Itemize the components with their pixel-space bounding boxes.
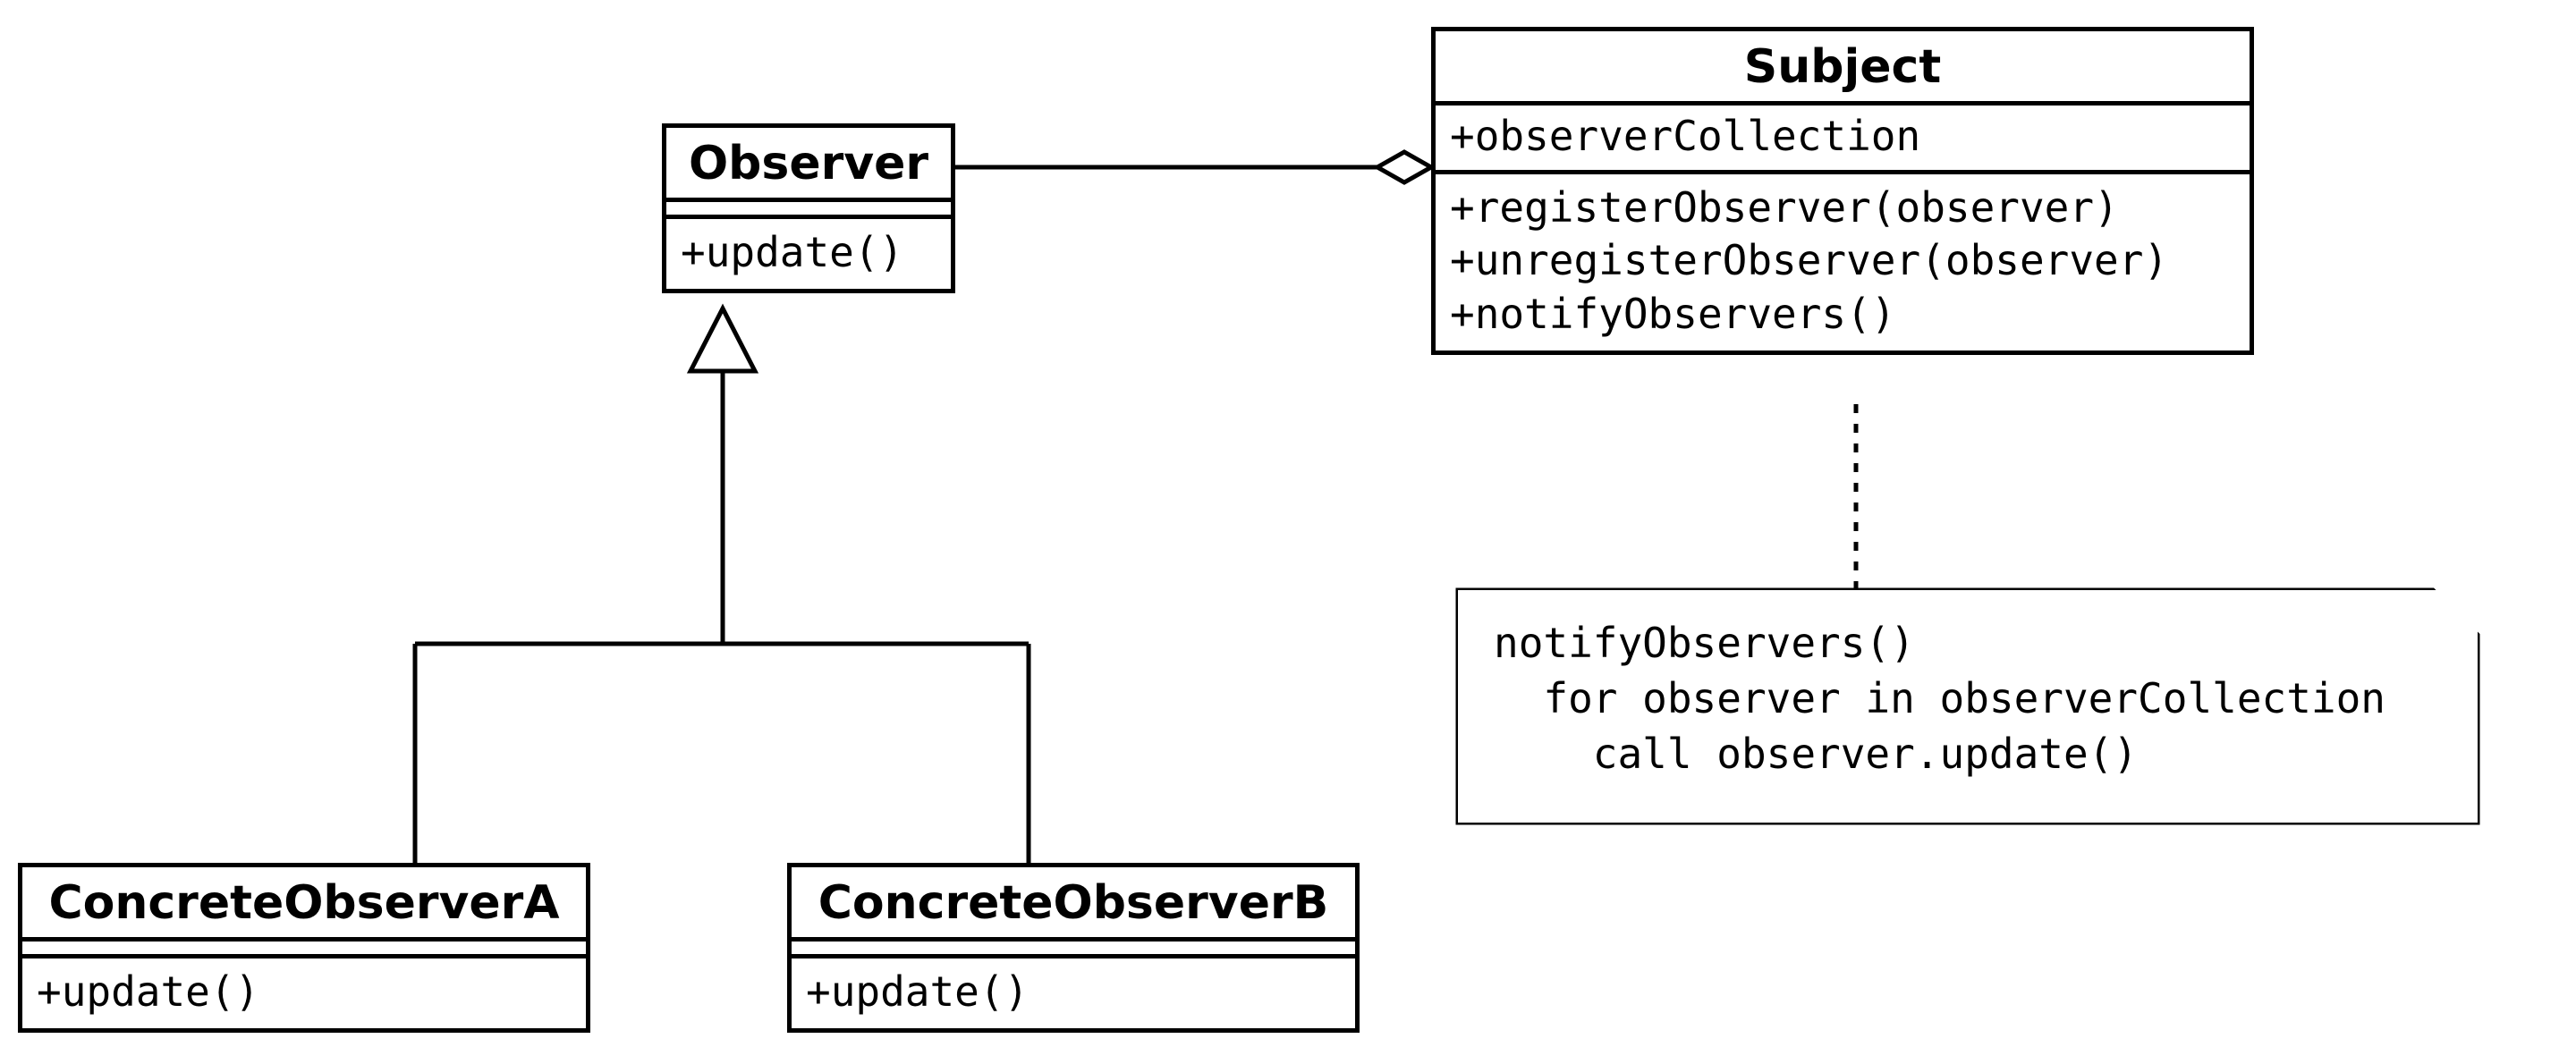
uml-diagram: Observer +update() Subject +observerColl… xyxy=(0,0,2576,1064)
class-operations: +update() xyxy=(22,958,586,1028)
class-attributes xyxy=(666,202,951,219)
class-title: ConcreteObserverA xyxy=(22,867,586,942)
operation: +update() xyxy=(37,966,572,1019)
class-concrete-observer-a: ConcreteObserverA +update() xyxy=(18,863,590,1033)
operation: +registerObserver(observer) xyxy=(1450,182,2235,235)
note-line: notifyObservers() xyxy=(1494,619,1915,667)
class-title: ConcreteObserverB xyxy=(792,867,1355,942)
class-title: Subject xyxy=(1436,31,2250,106)
operation: +unregisterObserver(observer) xyxy=(1450,234,2235,288)
generalization-observer xyxy=(415,308,1029,863)
class-concrete-observer-b: ConcreteObserverB +update() xyxy=(787,863,1360,1033)
class-title: Observer xyxy=(666,128,951,202)
operation: +notifyObservers() xyxy=(1450,288,2235,342)
class-attributes: +observerCollection xyxy=(1436,106,2250,174)
note-line: call observer.update() xyxy=(1494,730,2138,778)
class-subject: Subject +observerCollection +registerObs… xyxy=(1431,27,2254,355)
operation: +update() xyxy=(806,966,1341,1019)
class-attributes xyxy=(792,942,1355,958)
note-text: notifyObservers() for observer in observ… xyxy=(1494,615,2385,781)
operation: +update() xyxy=(681,226,936,280)
class-operations: +update() xyxy=(666,219,951,289)
uml-note: notifyObservers() for observer in observ… xyxy=(1458,590,2478,823)
class-operations: +registerObserver(observer) +unregisterO… xyxy=(1436,174,2250,350)
class-observer: Observer +update() xyxy=(662,123,955,293)
attribute: +observerCollection xyxy=(1450,111,2235,163)
aggregation-subject-observer xyxy=(955,152,1431,182)
class-attributes xyxy=(22,942,586,958)
note-line: for observer in observerCollection xyxy=(1494,674,2385,722)
class-operations: +update() xyxy=(792,958,1355,1028)
